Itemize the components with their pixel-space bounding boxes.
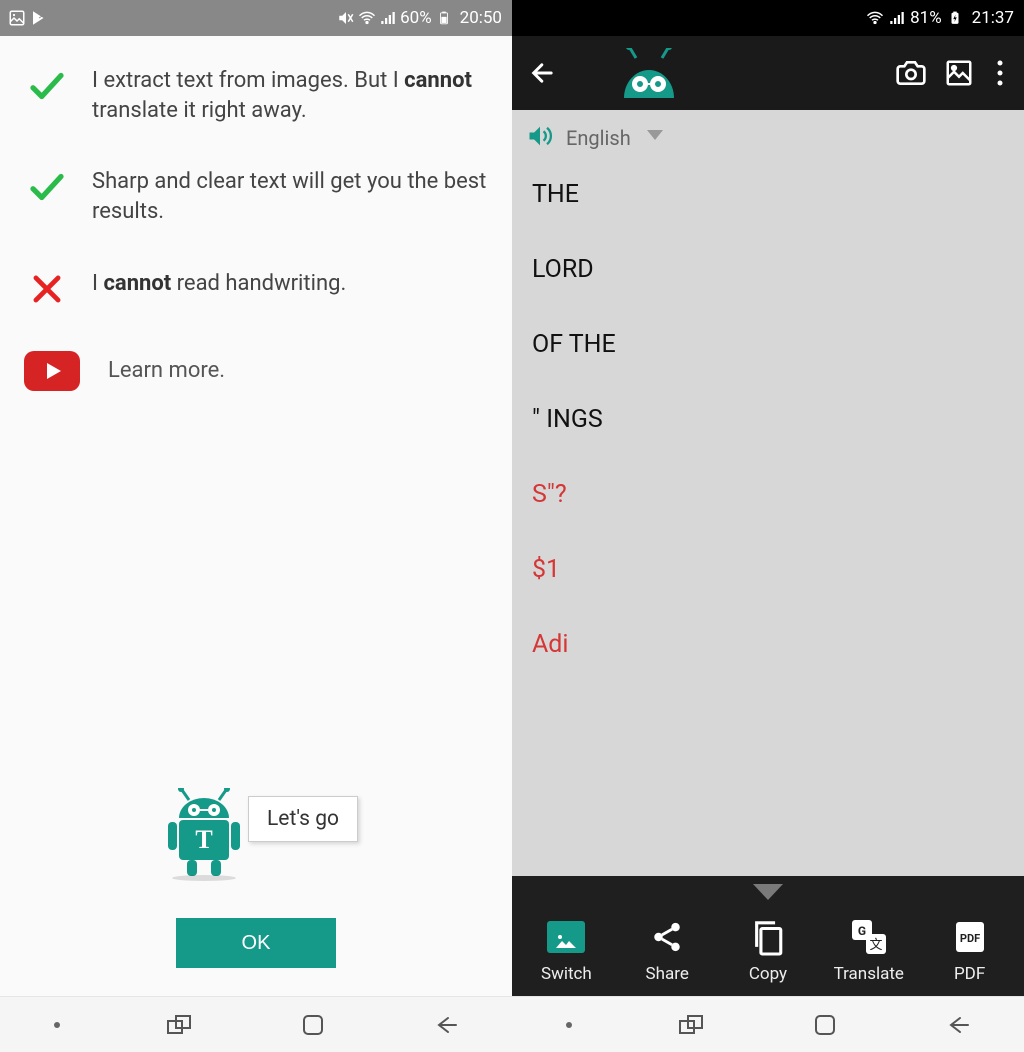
back-arrow-button[interactable] [526, 56, 560, 90]
home-button[interactable] [300, 1012, 326, 1038]
nav-dot [54, 1022, 60, 1028]
battery-percent: 60% [400, 8, 432, 28]
ocr-line: THE [532, 180, 1004, 209]
image-icon [8, 9, 26, 27]
ocr-line: " INGS [532, 405, 1004, 434]
chevron-down-icon[interactable] [753, 884, 783, 906]
camera-button[interactable] [894, 56, 928, 90]
learn-more-row[interactable]: Learn more. [24, 351, 488, 391]
nav-bar [512, 996, 1024, 1052]
pdf-button[interactable]: PDF PDF [925, 916, 1015, 984]
signal-icon [888, 9, 906, 27]
wifi-icon [358, 9, 376, 27]
svg-text:PDF: PDF [959, 932, 979, 945]
recents-button[interactable] [679, 1012, 705, 1038]
tips-list: I extract text from images. But I cannot… [0, 36, 512, 788]
share-button[interactable]: Share [622, 916, 712, 984]
mute-icon [337, 9, 355, 27]
play-store-icon [30, 9, 48, 27]
tip-item: Sharp and clear text will get you the be… [24, 167, 488, 226]
tip-text: I extract text from images. But I cannot… [92, 66, 488, 125]
action-label: Copy [749, 964, 787, 984]
nav-bar [0, 996, 512, 1052]
signal-icon [379, 9, 397, 27]
battery-charging-icon [946, 9, 964, 27]
battery-percent: 81% [910, 8, 942, 28]
ok-button[interactable]: OK [176, 918, 336, 968]
speaker-icon[interactable] [526, 122, 554, 154]
battery-icon [435, 9, 453, 27]
action-label: Share [646, 964, 689, 984]
recents-button[interactable] [167, 1012, 193, 1038]
ocr-line: LORD [532, 255, 1004, 284]
language-selector[interactable]: English [512, 110, 1024, 166]
gallery-button[interactable] [942, 56, 976, 90]
share-icon [646, 916, 688, 958]
ocr-line: Adi [532, 630, 1004, 659]
tip-text: Sharp and clear text will get you the be… [92, 167, 488, 226]
nav-dot [566, 1022, 572, 1028]
status-bar: 81% 21:37 [512, 0, 1024, 36]
chevron-down-icon [647, 130, 663, 146]
status-bar: 60% 20:50 [0, 0, 512, 36]
app-bar [512, 36, 1024, 110]
check-icon [24, 167, 70, 207]
language-label: English [566, 126, 631, 150]
overflow-menu-button[interactable] [990, 56, 1010, 90]
youtube-icon [24, 351, 80, 391]
svg-text:G: G [858, 924, 866, 938]
tip-text: I cannot read handwriting. [92, 269, 346, 299]
tip-item: I extract text from images. But I cannot… [24, 66, 488, 125]
pdf-icon: PDF [949, 916, 991, 958]
clock-time: 21:37 [972, 8, 1014, 28]
ocr-line: $1 [532, 555, 1004, 584]
action-label: Translate [834, 964, 904, 984]
cross-icon [24, 269, 70, 309]
svg-text:文: 文 [869, 938, 882, 953]
home-button[interactable] [812, 1012, 838, 1038]
back-button[interactable] [945, 1012, 971, 1038]
check-icon [24, 66, 70, 106]
ocr-line: S"? [532, 480, 1004, 509]
translate-button[interactable]: G文 Translate [824, 916, 914, 984]
clock-time: 20:50 [460, 8, 502, 28]
mascot-area: T Let's go [0, 788, 512, 918]
svg-text:T: T [195, 825, 212, 854]
translate-icon: G文 [848, 916, 890, 958]
wifi-icon [866, 9, 884, 27]
back-button[interactable] [433, 1012, 459, 1038]
ocr-line: OF THE [532, 330, 1004, 359]
image-switch-icon [547, 921, 585, 953]
onboarding-screen: 60% 20:50 I extract text from images. Bu… [0, 0, 512, 1052]
learn-more-label: Learn more. [108, 358, 225, 383]
copy-icon [747, 916, 789, 958]
result-screen: 81% 21:37 [512, 0, 1024, 1052]
action-label: Switch [541, 964, 592, 984]
speech-bubble: Let's go [248, 796, 358, 842]
switch-button[interactable]: Switch [521, 916, 611, 984]
bottom-toolbar: Switch Share Copy G文 Translate [512, 876, 1024, 996]
copy-button[interactable]: Copy [723, 916, 813, 984]
tip-item: I cannot read handwriting. [24, 269, 488, 309]
mascot-peek-icon [614, 48, 684, 98]
action-label: PDF [954, 964, 985, 984]
ocr-result-text[interactable]: THE LORD OF THE " INGS S"? $1 Adi [512, 166, 1024, 876]
mascot-icon: T [154, 788, 254, 888]
